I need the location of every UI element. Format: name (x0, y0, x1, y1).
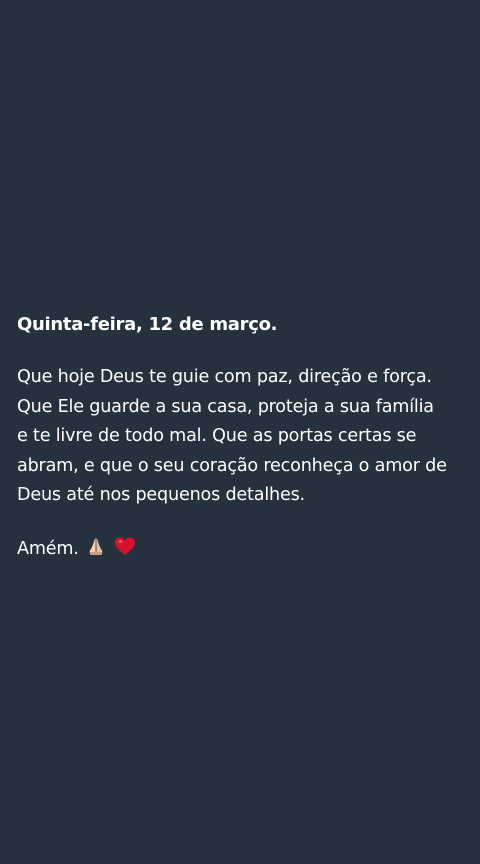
status-line: abram, e que o seu coração reconheça o a… (17, 455, 447, 476)
praying-hands-icon (86, 536, 106, 566)
status-line: e te livre de todo mal. Que as portas ce… (17, 426, 417, 446)
status-line: Deus até nos pequenos detalhes. (17, 485, 305, 505)
status-title: Quinta-feira, 12 de março. (17, 314, 278, 335)
closing-text: Amém. (17, 538, 79, 559)
status-text: Quinta-feira, 12 de março. Que hoje Deus… (17, 310, 467, 566)
status-line: Que hoje Deus te guie com paz, direção e… (17, 367, 432, 387)
status-closing: Amém. (17, 534, 467, 566)
status-body: Que hoje Deus te guie com paz, direção e… (17, 363, 467, 511)
red-heart-icon (114, 536, 136, 566)
status-line: Que Ele guarde a sua casa, proteja a sua… (17, 396, 434, 417)
